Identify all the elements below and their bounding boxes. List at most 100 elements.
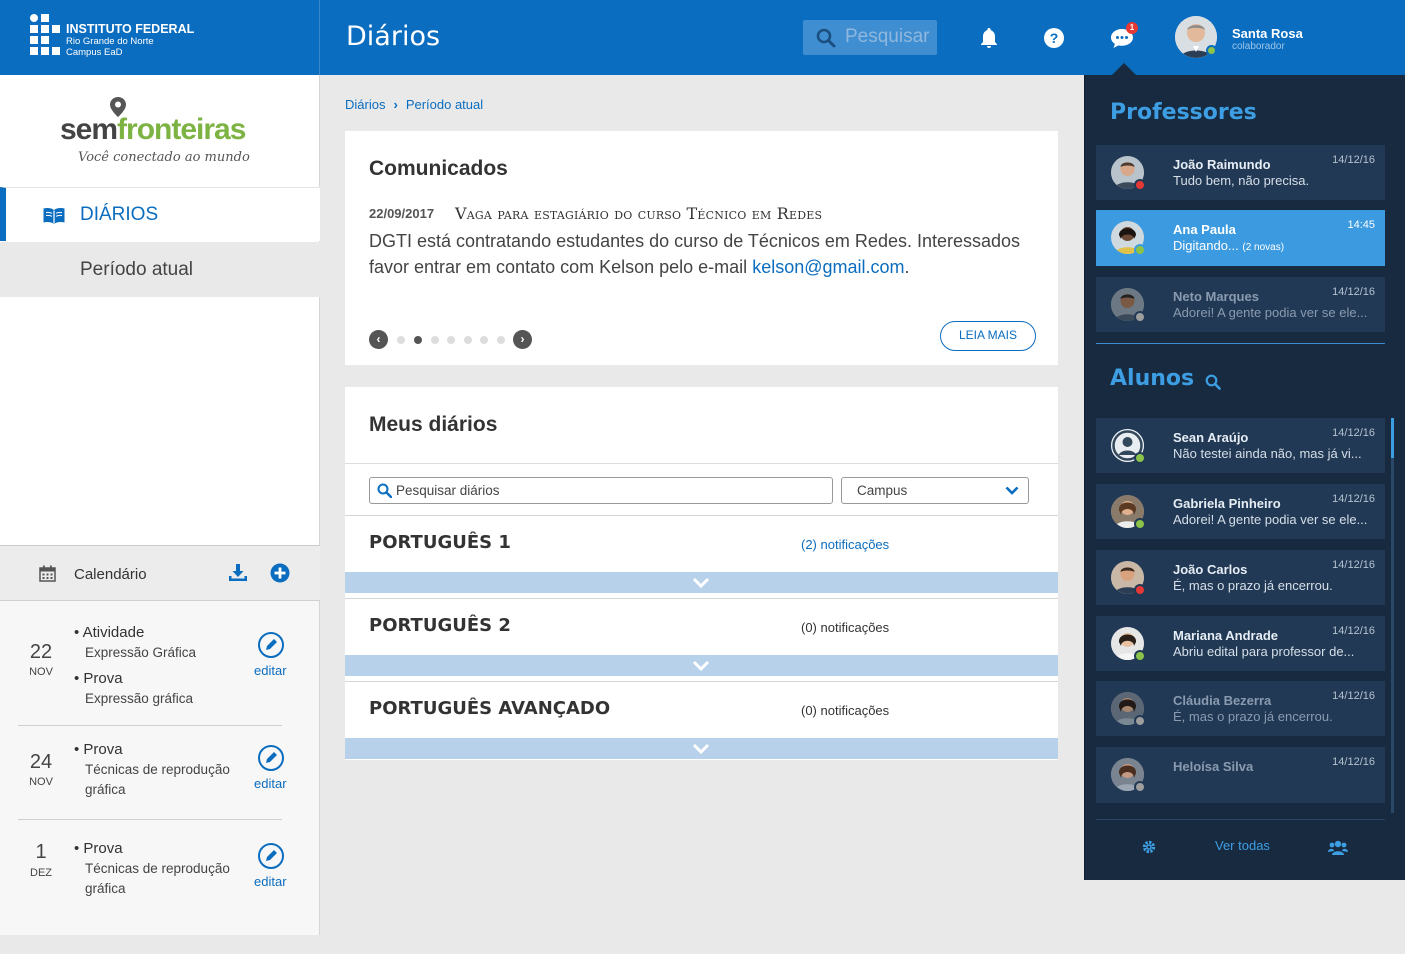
carousel-dot[interactable] [480, 336, 488, 344]
download-icon[interactable] [228, 563, 248, 583]
chat-panel: Professores João Raimundo Tudo bem, não … [1084, 75, 1405, 880]
edit-icon[interactable] [258, 843, 284, 869]
edit-link[interactable]: editar [254, 874, 287, 889]
course-name: PORTUGUÊS 2 [369, 615, 511, 636]
carousel-dot[interactable] [447, 336, 455, 344]
calendar-icon [39, 565, 56, 582]
contact-name: João Raimundo [1173, 157, 1271, 172]
course-row[interactable]: PORTUGUÊS 1 (2) notificações [345, 515, 1058, 597]
user-name[interactable]: Santa Rosa [1232, 26, 1303, 41]
chat-contact[interactable]: Heloísa Silva 14/12/16 [1096, 747, 1385, 803]
chat-contact[interactable]: Mariana Andrade Abriu edital para profes… [1096, 616, 1385, 671]
event-month: NOV [29, 776, 53, 788]
new-messages-count: (2 novas) [1242, 242, 1285, 253]
contact-name: Heloísa Silva [1173, 759, 1254, 774]
event-desc: Expressão Gráfica [85, 645, 197, 660]
chat-contact[interactable]: Cláudia Bezerra É, mas o prazo já encerr… [1096, 681, 1385, 736]
gear-icon[interactable] [1142, 840, 1156, 854]
typing-status: Digitando... [1173, 238, 1243, 253]
breadcrumb: Diários › Período atual [345, 97, 483, 112]
chevron-right-icon[interactable]: › [513, 330, 532, 349]
announcements-card: Comunicados 22/09/2017 Vaga para estagiá… [345, 131, 1058, 365]
announcement-email-link[interactable]: kelson@gmail.com [752, 257, 904, 277]
contact-last-message: Digitando... (2 novas) [1173, 238, 1373, 253]
diaries-search-input[interactable]: Pesquisar diários [369, 477, 833, 504]
status-online-icon [1134, 244, 1146, 256]
chat-contact-active[interactable]: Ana Paula Digitando... (2 novas) 14:45 [1096, 210, 1385, 266]
chevron-left-icon[interactable]: ‹ [369, 330, 388, 349]
chat-badge: 1 [1126, 22, 1138, 34]
edit-icon[interactable] [258, 745, 284, 771]
my-diaries-title: Meus diários [369, 413, 498, 436]
contact-time: 14/12/16 [1332, 154, 1375, 166]
course-expand-bar[interactable] [345, 655, 1058, 676]
status-online-icon [1134, 452, 1146, 464]
chat-scrollbar[interactable] [1391, 418, 1394, 813]
search-icon[interactable] [1205, 374, 1221, 390]
event-desc: Técnicas de reprodução gráfica [85, 762, 230, 797]
sidebar-item-diarios[interactable]: DIÁRIOS [0, 187, 320, 241]
contact-name: Mariana Andrade [1173, 628, 1278, 643]
course-notifications[interactable]: (2) notificações [801, 537, 889, 552]
scrollbar-thumb[interactable] [1391, 418, 1394, 458]
contact-name: Neto Marques [1173, 289, 1259, 304]
calendar-event: 22 NOV • Atividade Expressão Gráfica • P… [18, 618, 286, 728]
add-circle-icon[interactable] [270, 563, 290, 583]
sidebar-item-periodo-atual[interactable]: Período atual [0, 242, 320, 297]
course-row[interactable]: PORTUGUÊS AVANÇADO (0) notificações [345, 681, 1058, 763]
edit-icon[interactable] [258, 632, 284, 658]
course-expand-bar[interactable] [345, 572, 1058, 593]
search-icon [377, 483, 392, 498]
calendar-divider [18, 725, 282, 726]
bell-icon[interactable] [977, 26, 1001, 50]
contact-last-message: Não testei ainda não, mas já vi... [1173, 446, 1362, 461]
sem-fronteiras-logo[interactable]: semfronteiras Você conectado ao mundo [60, 95, 260, 175]
event-type: • Prova [74, 670, 123, 687]
chat-contact[interactable]: João Raimundo Tudo bem, não precisa. 14/… [1096, 145, 1385, 200]
campus-select[interactable]: Campus [841, 477, 1029, 504]
contact-name: Gabriela Pinheiro [1173, 496, 1281, 511]
institution-logo[interactable]: INSTITUTO FEDERAL Rio Grande do Norte Ca… [0, 0, 320, 75]
breadcrumb-current[interactable]: Período atual [406, 97, 483, 112]
announcement-date: 22/09/2017 [369, 206, 435, 221]
announcement-text-end: . [904, 257, 910, 277]
group-users-icon[interactable] [1328, 839, 1348, 855]
edit-link[interactable]: editar [254, 663, 287, 678]
chat-contact[interactable]: Sean Araújo Não testei ainda não, mas já… [1096, 418, 1385, 473]
course-expand-bar[interactable] [345, 738, 1058, 759]
edit-link[interactable]: editar [254, 776, 287, 791]
brand-line2: Rio Grande do Norte [66, 36, 154, 47]
carousel-dot[interactable] [464, 336, 472, 344]
sidebar-item-label: DIÁRIOS [80, 204, 159, 225]
search-button[interactable]: Pesquisar [803, 20, 937, 55]
carousel-dot-active[interactable] [414, 336, 422, 344]
chat-contact[interactable]: João Carlos É, mas o prazo já encerrou. … [1096, 550, 1385, 605]
chat-contact[interactable]: Neto Marques Adorei! A gente podia ver s… [1096, 277, 1385, 332]
carousel-dot[interactable] [497, 336, 505, 344]
breadcrumb-root[interactable]: Diários [345, 97, 385, 112]
course-notifications[interactable]: (0) notificações [801, 620, 889, 635]
read-more-button[interactable]: LEIA MAIS [940, 321, 1036, 351]
chevron-right-icon: › [393, 97, 398, 112]
diaries-search-placeholder: Pesquisar diários [396, 483, 500, 498]
page-title: Diários [346, 21, 441, 52]
course-row[interactable]: PORTUGUÊS 2 (0) notificações [345, 598, 1058, 680]
chat-contact[interactable]: Gabriela Pinheiro Adorei! A gente podia … [1096, 484, 1385, 539]
chat-footer-divider [1096, 819, 1385, 820]
event-type: • Prova [74, 741, 123, 758]
calendar-header: Calendário [0, 546, 320, 601]
carousel-dot[interactable] [397, 336, 405, 344]
calendar-title: Calendário [74, 566, 147, 583]
sidebar-item-label: Período atual [80, 259, 194, 280]
help-icon[interactable]: ? [1042, 26, 1066, 50]
carousel-dot[interactable] [431, 336, 439, 344]
contact-name: Ana Paula [1173, 222, 1236, 237]
event-day: 1 [35, 841, 47, 863]
event-desc: Expressão gráfica [85, 691, 194, 706]
course-notifications[interactable]: (0) notificações [801, 703, 889, 718]
calendar-event: 1 DEZ • Prova Técnicas de reprodução grá… [18, 838, 287, 918]
open-book-icon [43, 208, 65, 224]
status-offline-icon [1134, 715, 1146, 727]
see-all-link[interactable]: Ver todas [1215, 838, 1270, 853]
students-heading: Alunos [1110, 366, 1195, 391]
